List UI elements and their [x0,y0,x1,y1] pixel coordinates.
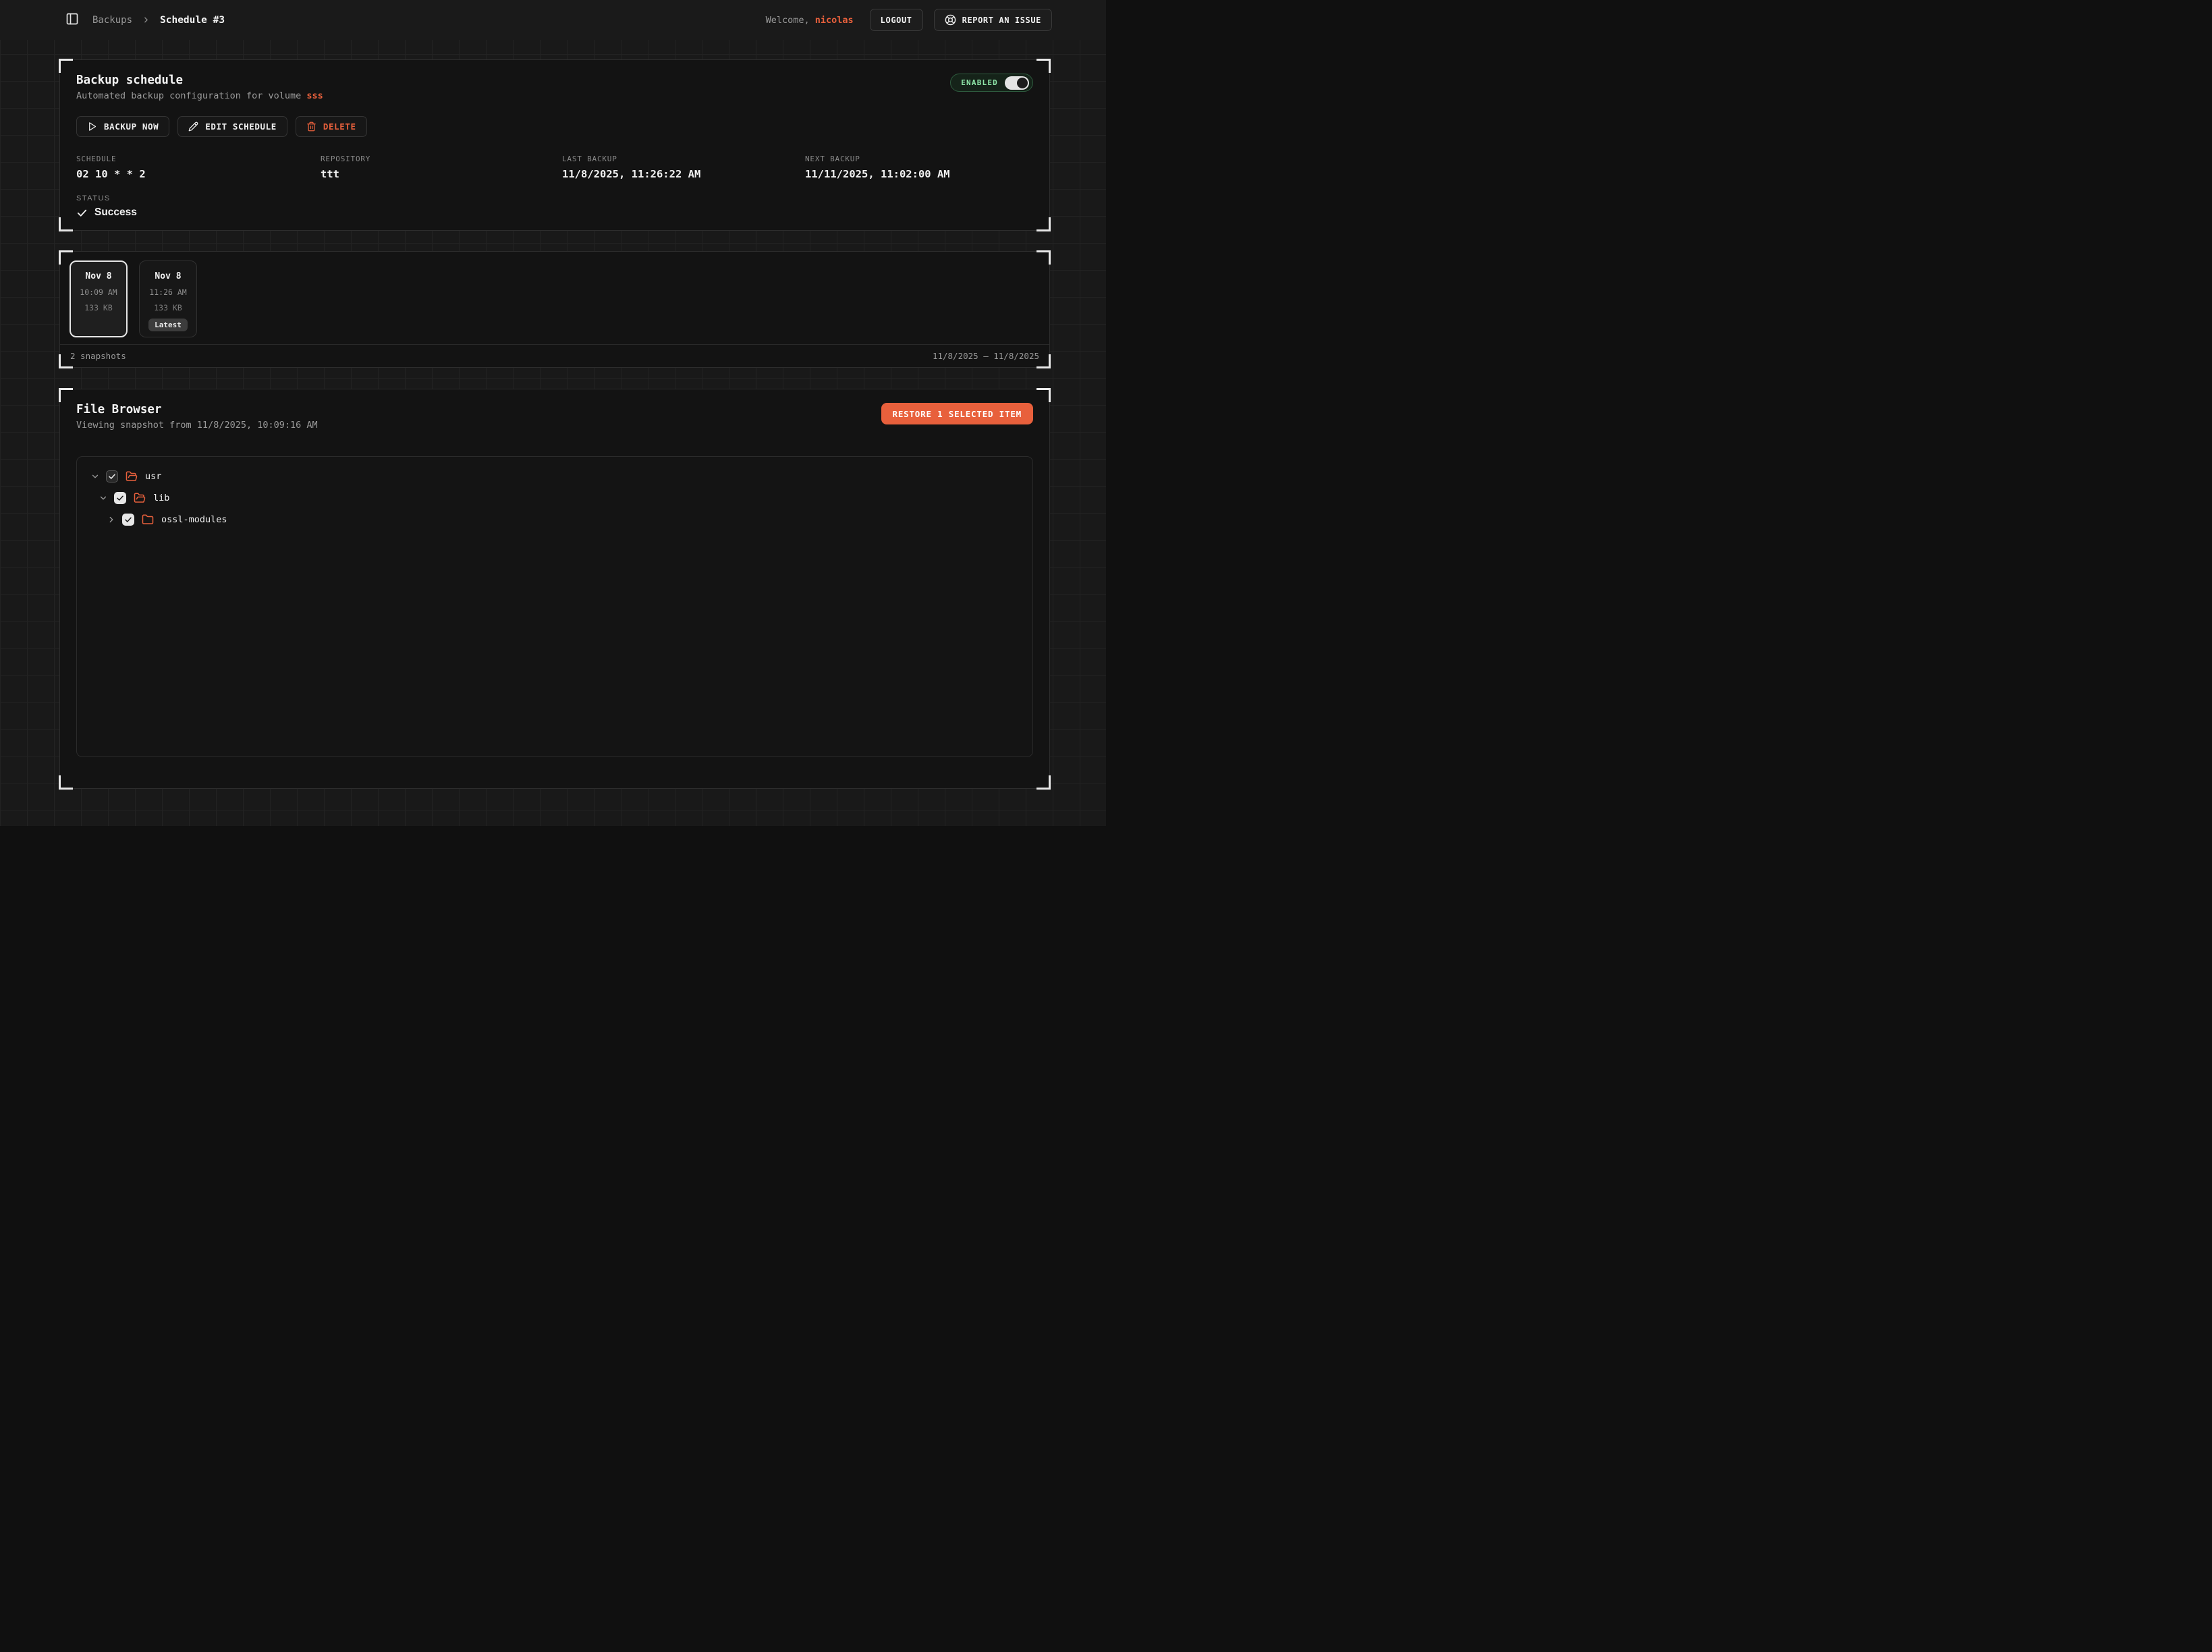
snapshot-size: 133 KB [154,303,182,312]
username: nicolas [815,15,854,26]
panel-left-icon [65,12,79,28]
enabled-toggle-pill[interactable]: ENABLED [950,74,1033,92]
welcome-text: Welcome, nicolas [766,15,854,26]
chevron-down-icon[interactable] [90,472,100,481]
file-tree-panel: usr lib [76,456,1033,757]
backup-schedule-card: Backup schedule Automated backup configu… [59,59,1050,231]
field-next-backup: NEXT BACKUP 11/11/2025, 11:02:00 AM [805,155,1033,180]
toggle-knob [1017,78,1028,88]
pencil-icon [188,121,198,132]
field-value: 02 10 * * 2 [76,168,321,180]
backup-now-button[interactable]: BACKUP NOW [76,116,169,137]
corner-bracket [1036,217,1051,231]
snapshot-card-selected[interactable]: Nov 8 10:09 AM 133 KB [70,260,128,337]
corner-bracket [59,59,73,73]
tree-row-ossl-modules[interactable]: ossl-modules [85,509,1024,530]
field-schedule: SCHEDULE 02 10 * * 2 [76,155,321,180]
lifebuoy-icon [945,14,956,26]
field-last-backup: LAST BACKUP 11/8/2025, 11:26:22 AM [562,155,805,180]
snapshots-section: Nov 8 10:09 AM 133 KB Nov 8 11:26 AM 133… [59,251,1050,368]
file-browser-card: File Browser Viewing snapshot from 11/8/… [59,389,1050,789]
edit-schedule-button[interactable]: EDIT SCHEDULE [177,116,287,137]
breadcrumb-backups[interactable]: Backups [92,15,132,26]
corner-bracket [1036,59,1051,73]
field-value: 11/11/2025, 11:02:00 AM [805,168,1033,180]
enabled-label: ENABLED [961,78,998,87]
field-value: ttt [321,168,562,180]
corner-bracket [59,217,73,231]
chevron-right-icon[interactable] [106,515,116,524]
snapshot-date-range: 11/8/2025 – 11/8/2025 [933,351,1039,361]
chevron-right-icon [142,16,150,24]
file-browser-subtitle: Viewing snapshot from 11/8/2025, 10:09:1… [76,420,318,431]
file-browser-title: File Browser [76,403,318,416]
status-block: STATUS Success [76,194,1033,219]
schedule-card-title: Backup schedule [76,74,323,87]
snapshot-list: Nov 8 10:09 AM 133 KB Nov 8 11:26 AM 133… [60,252,1049,346]
snapshot-date: Nov 8 [155,271,181,281]
corner-bracket [1036,775,1051,790]
backup-app-page: Backups Schedule #3 Welcome, nicolas LOG… [0,0,1106,826]
logout-button[interactable]: LOGOUT [870,9,923,31]
status-value: Success [76,206,1033,219]
check-icon [76,207,88,219]
field-repository: REPOSITORY ttt [321,155,562,180]
tree-item-name: usr [145,471,161,482]
top-bar: Backups Schedule #3 Welcome, nicolas LOG… [0,0,1106,40]
snapshot-size: 133 KB [84,303,113,312]
report-issue-button[interactable]: REPORT AN ISSUE [934,9,1052,31]
chevron-down-icon[interactable] [98,493,108,503]
tree-item-name: lib [153,493,169,503]
schedule-card-subtitle: Automated backup configuration for volum… [76,90,323,101]
snapshot-count: 2 snapshots [70,351,126,361]
checkbox-checked[interactable] [114,492,126,504]
checkbox-checked[interactable] [122,514,134,526]
enabled-toggle-switch[interactable] [1005,76,1029,90]
play-icon [87,121,97,132]
field-label: SCHEDULE [76,155,321,163]
delete-button[interactable]: DELETE [296,116,367,137]
breadcrumb-current-page: Schedule #3 [160,15,225,26]
folder-icon [142,514,154,526]
snapshot-card-latest[interactable]: Nov 8 11:26 AM 133 KB Latest [139,260,197,337]
volume-name: sss [306,90,323,101]
snapshot-time: 10:09 AM [80,287,117,297]
field-label: NEXT BACKUP [805,155,1033,163]
sidebar-toggle-button[interactable] [64,11,80,29]
field-value: 11/8/2025, 11:26:22 AM [562,168,805,180]
corner-bracket [1036,388,1051,402]
trash-icon [306,121,316,132]
field-label: LAST BACKUP [562,155,805,163]
folder-open-icon [134,492,146,504]
tree-row-usr[interactable]: usr [85,466,1024,487]
folder-open-icon [126,470,138,483]
snapshots-footer: 2 snapshots 11/8/2025 – 11/8/2025 [60,344,1049,367]
restore-selected-button[interactable]: RESTORE 1 SELECTED ITEM [881,403,1034,424]
corner-bracket [59,775,73,790]
snapshot-date: Nov 8 [85,271,111,281]
latest-badge: Latest [148,319,188,331]
tree-row-lib[interactable]: lib [85,487,1024,509]
field-label: REPOSITORY [321,155,562,163]
status-label: STATUS [76,194,1033,202]
breadcrumb: Backups Schedule #3 [92,15,225,26]
corner-bracket [59,388,73,402]
schedule-fields: SCHEDULE 02 10 * * 2 REPOSITORY ttt LAST… [76,155,1033,180]
snapshot-time: 11:26 AM [149,287,186,297]
checkbox-partial[interactable] [106,470,118,483]
tree-item-name: ossl-modules [161,514,227,525]
